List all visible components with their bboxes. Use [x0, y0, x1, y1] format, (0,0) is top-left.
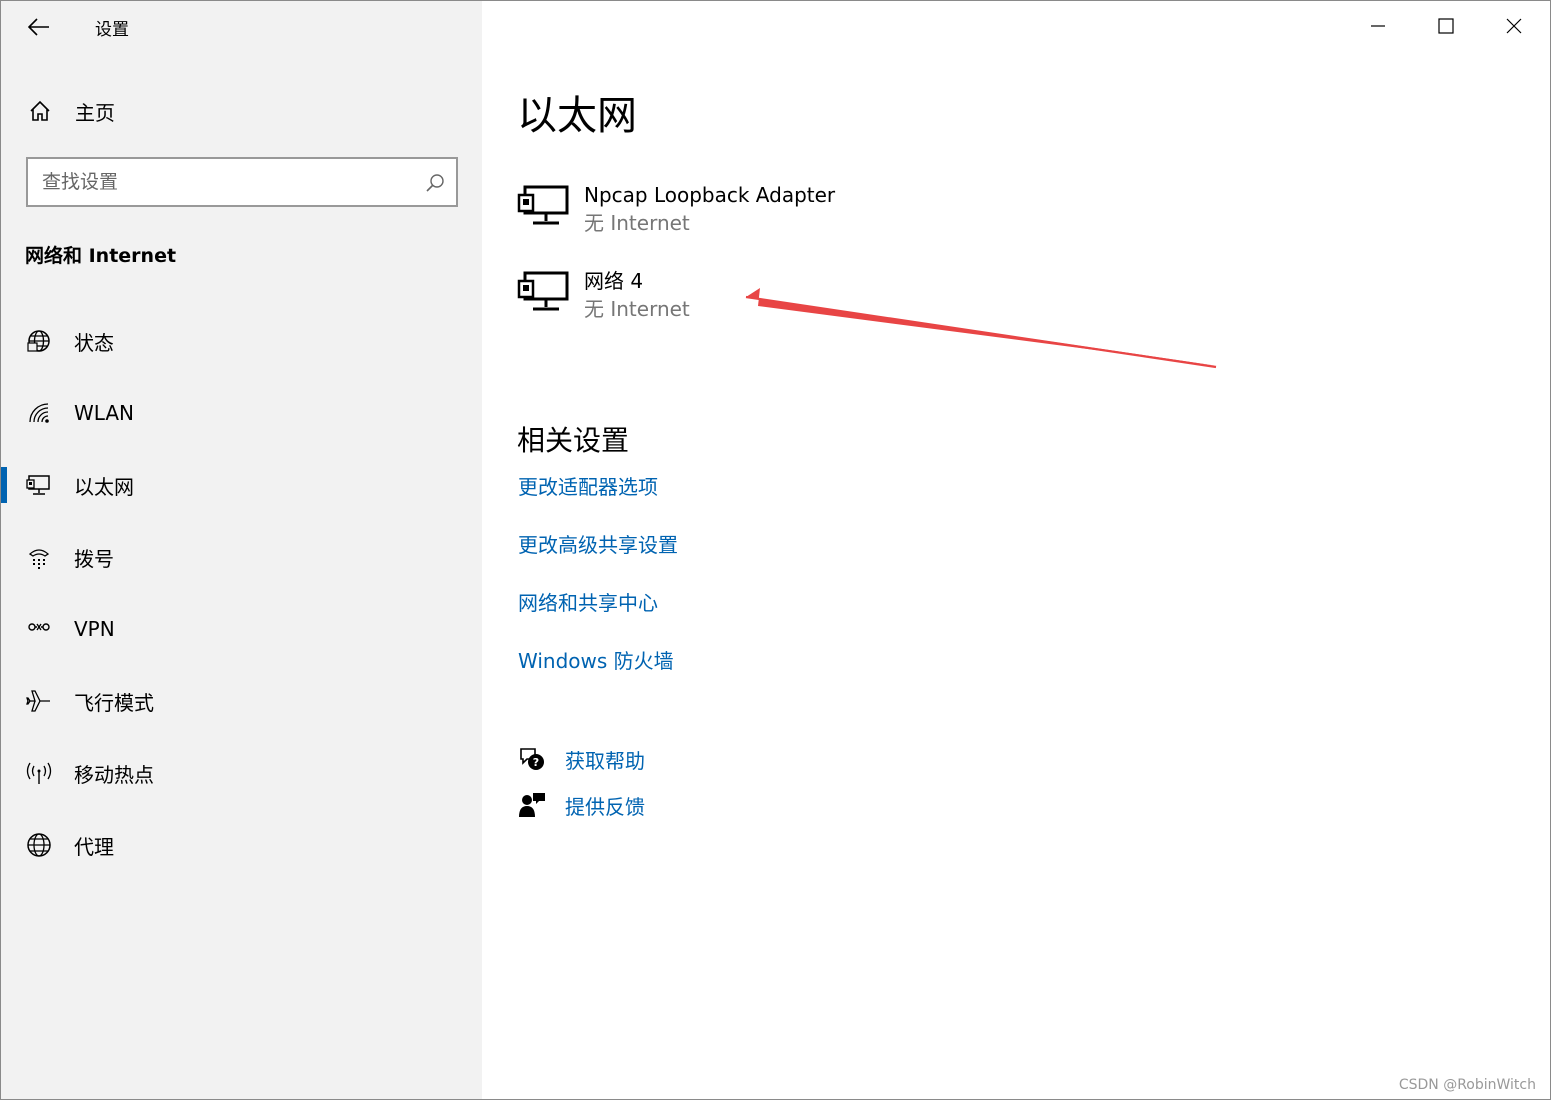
sidebar-item-label: VPN — [74, 617, 115, 641]
home-label: 主页 — [75, 100, 115, 125]
section-title: 网络和 Internet — [25, 245, 177, 267]
search-box[interactable] — [26, 157, 458, 207]
titlebar-left: 设置 — [1, 1, 482, 51]
back-button[interactable] — [23, 11, 55, 43]
search-input[interactable] — [42, 169, 402, 195]
active-indicator — [1, 467, 7, 503]
sidebar-item-label: 以太网 — [74, 474, 134, 499]
hotspot-icon — [25, 759, 53, 787]
sidebar-item-label: WLAN — [74, 401, 135, 425]
sidebar-nav: 状态 WLAN 以太网 拨号 VPN 飞行模式 移动热点 代理 — [1, 305, 482, 881]
vpn-icon — [25, 615, 53, 643]
sidebar-item-status[interactable]: 状态 — [1, 305, 482, 377]
ethernet-icon — [25, 471, 53, 499]
sidebar-item-airplane[interactable]: 飞行模式 — [1, 665, 482, 737]
annotation-arrow — [745, 288, 1218, 369]
sidebar: 设置 主页 网络和 Internet — [1, 1, 482, 1099]
sidebar-item-hotspot[interactable]: 移动热点 — [1, 737, 482, 809]
home-icon — [25, 96, 55, 126]
sidebar-item-label: 拨号 — [74, 546, 114, 571]
airplane-icon — [25, 687, 53, 715]
sidebar-item-label: 代理 — [74, 834, 114, 859]
sidebar-item-label: 状态 — [74, 330, 114, 355]
settings-window: 设置 主页 网络和 Internet — [0, 0, 1551, 1100]
globe-status-icon — [25, 327, 53, 355]
sidebar-item-dialup[interactable]: 拨号 — [1, 521, 482, 593]
back-arrow-icon — [28, 18, 49, 36]
home-nav-item[interactable]: 主页 — [25, 93, 465, 129]
search-icon[interactable] — [424, 172, 446, 194]
wifi-icon — [25, 399, 53, 427]
sidebar-item-wlan[interactable]: WLAN — [1, 377, 482, 449]
globe-proxy-icon — [25, 831, 53, 859]
app-title: 设置 — [95, 20, 129, 40]
sidebar-item-proxy[interactable]: 代理 — [1, 809, 482, 881]
sidebar-item-label: 移动热点 — [74, 762, 154, 787]
dialup-icon — [25, 543, 53, 571]
sidebar-item-ethernet[interactable]: 以太网 — [1, 449, 482, 521]
sidebar-item-vpn[interactable]: VPN — [1, 593, 482, 665]
watermark: CSDN @RobinWitch — [1398, 1077, 1536, 1093]
sidebar-item-label: 飞行模式 — [74, 690, 154, 715]
main-content: 以太网 Npcap Loopback Adapter 无 Internet 网络… — [482, 1, 1550, 1099]
